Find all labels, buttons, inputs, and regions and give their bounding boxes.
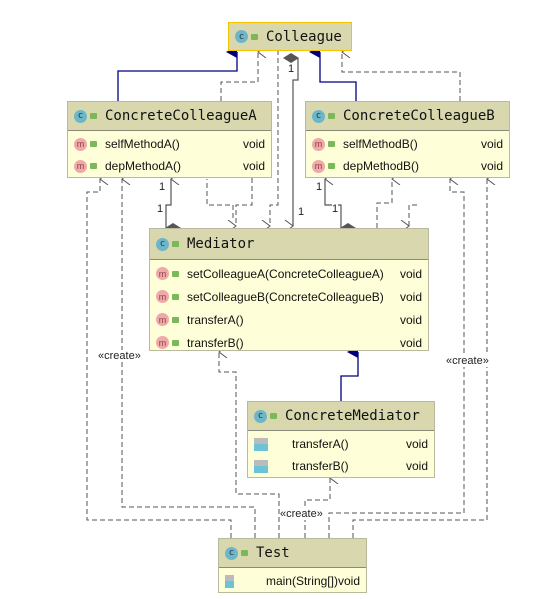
class-name: Mediator xyxy=(187,236,255,252)
multiplicity: 1 xyxy=(157,203,164,215)
class-mediator[interactable]: c Mediator m setColleagueA(ConcreteColleag… xyxy=(149,228,429,351)
abstract-method-icon: m xyxy=(156,336,169,349)
public-icon xyxy=(328,163,335,169)
method-icon: m xyxy=(74,159,87,173)
class-icon: c xyxy=(312,109,325,123)
create-label: «create» xyxy=(280,508,323,520)
public-icon xyxy=(90,113,97,119)
public-icon xyxy=(172,293,179,300)
method-row[interactable]: m transferA() void xyxy=(150,308,428,331)
class-icon: c xyxy=(156,237,169,251)
method-icon: m xyxy=(156,290,169,303)
class-icon: c xyxy=(235,30,248,43)
public-icon xyxy=(172,316,179,323)
abstract-method-icon: m xyxy=(156,313,169,326)
public-icon xyxy=(90,163,97,169)
public-icon xyxy=(172,339,179,346)
method-icon: m xyxy=(156,267,169,280)
method-icon: m xyxy=(312,137,325,151)
public-icon xyxy=(251,33,258,40)
public-icon xyxy=(241,550,248,556)
method-row[interactable]: m setColleagueB(ConcreteColleagueB) void xyxy=(150,285,428,308)
method-row[interactable]: m setColleagueA(ConcreteColleagueA) void xyxy=(150,262,428,285)
public-icon xyxy=(90,141,97,147)
method-row[interactable]: transferA() void xyxy=(248,433,434,455)
multiplicity: 1 xyxy=(298,206,305,218)
public-icon xyxy=(328,141,335,147)
class-test[interactable]: c Test main(String[]) void xyxy=(218,538,367,593)
method-row[interactable]: m depMethodA() void xyxy=(68,155,271,177)
method-row[interactable]: main(String[]) void xyxy=(219,568,366,592)
multiplicity: 1 xyxy=(316,181,323,193)
class-name: Test xyxy=(256,545,290,561)
runnable-class-icon: c xyxy=(225,546,238,560)
public-icon xyxy=(172,270,179,277)
public-icon xyxy=(172,241,179,247)
method-row[interactable]: m selfMethodB() void xyxy=(306,133,509,155)
inherit-cca xyxy=(117,46,238,101)
public-icon xyxy=(270,413,277,419)
class-name: ConcreteColleagueA xyxy=(105,108,257,124)
class-name: Colleague xyxy=(266,28,342,45)
class-name: ConcreteColleagueB xyxy=(343,108,495,124)
multiplicity: 1 xyxy=(332,203,339,215)
multiplicity: 1 xyxy=(288,63,295,75)
class-icon: c xyxy=(74,109,87,123)
method-row[interactable]: m selfMethodA() void xyxy=(68,133,271,155)
class-concrete-colleague-b[interactable]: c ConcreteColleagueB m selfMethodB() void m… xyxy=(305,101,510,178)
method-row[interactable]: m transferB() void xyxy=(150,331,428,354)
inherit-ccb xyxy=(309,46,357,101)
java-method-icon xyxy=(254,437,268,451)
create-label: «create» xyxy=(98,350,141,362)
method-icon: m xyxy=(312,159,325,173)
java-method-icon xyxy=(225,574,234,588)
method-row[interactable]: m depMethodB() void xyxy=(306,155,509,177)
public-icon xyxy=(328,113,335,119)
method-icon: m xyxy=(74,137,87,151)
class-concrete-colleague-a[interactable]: c ConcreteColleagueA m selfMethodA() void m… xyxy=(67,101,272,178)
class-icon: c xyxy=(254,409,267,423)
method-row[interactable]: transferB() void xyxy=(248,455,434,477)
class-name: ConcreteMediator xyxy=(285,408,420,424)
class-colleague[interactable]: c Colleague xyxy=(228,22,352,51)
java-method-icon xyxy=(254,459,268,473)
create-label: «create» xyxy=(446,355,489,367)
multiplicity: 1 xyxy=(159,181,166,193)
inherit-cm xyxy=(340,346,359,401)
class-concrete-mediator[interactable]: c ConcreteMediator transferA() void transf… xyxy=(247,401,435,478)
